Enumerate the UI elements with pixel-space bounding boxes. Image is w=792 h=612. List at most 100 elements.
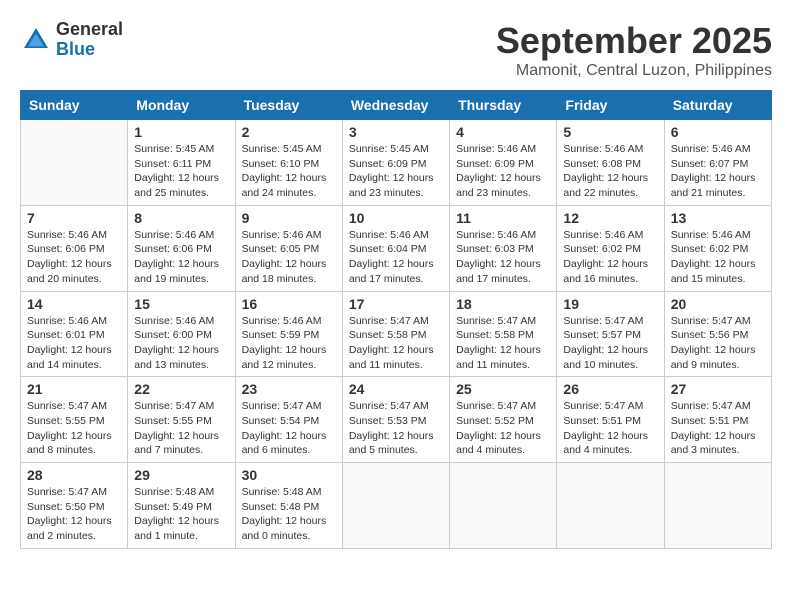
- day-info: Sunrise: 5:46 AM Sunset: 6:03 PM Dayligh…: [456, 228, 550, 287]
- day-info: Sunrise: 5:48 AM Sunset: 5:48 PM Dayligh…: [242, 485, 336, 544]
- calendar-cell: 20 Sunrise: 5:47 AM Sunset: 5:56 PM Dayli…: [664, 291, 771, 377]
- day-number: 17: [349, 296, 443, 312]
- day-info: Sunrise: 5:46 AM Sunset: 6:08 PM Dayligh…: [563, 142, 657, 201]
- calendar-cell: 23 Sunrise: 5:47 AM Sunset: 5:54 PM Dayli…: [235, 377, 342, 463]
- day-info: Sunrise: 5:47 AM Sunset: 5:50 PM Dayligh…: [27, 485, 121, 544]
- header: General Blue September 2025 Mamonit, Cen…: [20, 20, 772, 80]
- day-number: 19: [563, 296, 657, 312]
- calendar-cell: 30Sunrise: 5:48 AM Sunset: 5:48 PM Dayli…: [235, 463, 342, 549]
- calendar-week-row: 14 Sunrise: 5:46 AM Sunset: 6:01 PM Dayli…: [21, 291, 772, 377]
- day-number: 18: [456, 296, 550, 312]
- day-info: Sunrise: 5:45 AM Sunset: 6:10 PM Dayligh…: [242, 142, 336, 201]
- calendar-cell: [450, 463, 557, 549]
- day-info: Sunrise: 5:46 AM Sunset: 6:06 PM Dayligh…: [134, 228, 228, 287]
- day-number: 5: [563, 124, 657, 140]
- calendar-week-row: 1 Sunrise: 5:45 AM Sunset: 6:11 PM Daylig…: [21, 120, 772, 206]
- day-info: Sunrise: 5:45 AM Sunset: 6:11 PM Dayligh…: [134, 142, 228, 201]
- calendar-cell: 24Sunrise: 5:47 AM Sunset: 5:53 PM Dayli…: [342, 377, 449, 463]
- calendar-cell: 1 Sunrise: 5:45 AM Sunset: 6:11 PM Daylig…: [128, 120, 235, 206]
- calendar-cell: 12 Sunrise: 5:46 AM Sunset: 6:02 PM Dayli…: [557, 205, 664, 291]
- day-info: Sunrise: 5:45 AM Sunset: 6:09 PM Dayligh…: [349, 142, 443, 201]
- day-number: 11: [456, 210, 550, 226]
- logo-icon: [20, 24, 52, 56]
- day-info: Sunrise: 5:46 AM Sunset: 6:05 PM Dayligh…: [242, 228, 336, 287]
- day-info: Sunrise: 5:47 AM Sunset: 5:57 PM Dayligh…: [563, 314, 657, 373]
- calendar-cell: [21, 120, 128, 206]
- day-info: Sunrise: 5:46 AM Sunset: 6:01 PM Dayligh…: [27, 314, 121, 373]
- calendar-cell: 27Sunrise: 5:47 AM Sunset: 5:51 PM Dayli…: [664, 377, 771, 463]
- logo: General Blue: [20, 20, 123, 60]
- day-number: 6: [671, 124, 765, 140]
- day-number: 4: [456, 124, 550, 140]
- day-number: 24: [349, 381, 443, 397]
- day-number: 7: [27, 210, 121, 226]
- day-number: 20: [671, 296, 765, 312]
- day-info: Sunrise: 5:47 AM Sunset: 5:56 PM Dayligh…: [671, 314, 765, 373]
- calendar-cell: 10 Sunrise: 5:46 AM Sunset: 6:04 PM Dayli…: [342, 205, 449, 291]
- weekday-header-thursday: Thursday: [450, 91, 557, 120]
- day-number: 10: [349, 210, 443, 226]
- day-number: 26: [563, 381, 657, 397]
- calendar-cell: [557, 463, 664, 549]
- day-number: 1: [134, 124, 228, 140]
- day-info: Sunrise: 5:47 AM Sunset: 5:55 PM Dayligh…: [134, 399, 228, 458]
- day-info: Sunrise: 5:47 AM Sunset: 5:58 PM Dayligh…: [349, 314, 443, 373]
- day-number: 9: [242, 210, 336, 226]
- calendar-cell: 8 Sunrise: 5:46 AM Sunset: 6:06 PM Daylig…: [128, 205, 235, 291]
- day-number: 16: [242, 296, 336, 312]
- day-number: 29: [134, 467, 228, 483]
- calendar-cell: 28Sunrise: 5:47 AM Sunset: 5:50 PM Dayli…: [21, 463, 128, 549]
- day-number: 8: [134, 210, 228, 226]
- calendar-cell: 11 Sunrise: 5:46 AM Sunset: 6:03 PM Dayli…: [450, 205, 557, 291]
- calendar-cell: 5 Sunrise: 5:46 AM Sunset: 6:08 PM Daylig…: [557, 120, 664, 206]
- day-info: Sunrise: 5:47 AM Sunset: 5:58 PM Dayligh…: [456, 314, 550, 373]
- page-subtitle: Mamonit, Central Luzon, Philippines: [496, 62, 772, 80]
- calendar-cell: 16 Sunrise: 5:46 AM Sunset: 5:59 PM Dayli…: [235, 291, 342, 377]
- calendar-cell: 25 Sunrise: 5:47 AM Sunset: 5:52 PM Dayli…: [450, 377, 557, 463]
- calendar-header-row: SundayMondayTuesdayWednesdayThursdayFrid…: [21, 91, 772, 120]
- day-info: Sunrise: 5:47 AM Sunset: 5:54 PM Dayligh…: [242, 399, 336, 458]
- calendar-cell: 29 Sunrise: 5:48 AM Sunset: 5:49 PM Dayli…: [128, 463, 235, 549]
- calendar-cell: 17 Sunrise: 5:47 AM Sunset: 5:58 PM Dayli…: [342, 291, 449, 377]
- title-section: September 2025 Mamonit, Central Luzon, P…: [496, 20, 772, 80]
- logo-text: General Blue: [56, 20, 123, 60]
- day-number: 3: [349, 124, 443, 140]
- weekday-header-wednesday: Wednesday: [342, 91, 449, 120]
- day-info: Sunrise: 5:46 AM Sunset: 6:02 PM Dayligh…: [671, 228, 765, 287]
- calendar-cell: 18 Sunrise: 5:47 AM Sunset: 5:58 PM Dayli…: [450, 291, 557, 377]
- page-title: September 2025: [496, 20, 772, 62]
- weekday-header-saturday: Saturday: [664, 91, 771, 120]
- day-info: Sunrise: 5:46 AM Sunset: 6:06 PM Dayligh…: [27, 228, 121, 287]
- logo-blue-text: Blue: [56, 40, 123, 60]
- day-info: Sunrise: 5:46 AM Sunset: 6:02 PM Dayligh…: [563, 228, 657, 287]
- calendar-cell: 19 Sunrise: 5:47 AM Sunset: 5:57 PM Dayli…: [557, 291, 664, 377]
- calendar-cell: 26 Sunrise: 5:47 AM Sunset: 5:51 PM Dayli…: [557, 377, 664, 463]
- calendar-cell: 6 Sunrise: 5:46 AM Sunset: 6:07 PM Daylig…: [664, 120, 771, 206]
- day-info: Sunrise: 5:46 AM Sunset: 6:04 PM Dayligh…: [349, 228, 443, 287]
- day-number: 2: [242, 124, 336, 140]
- day-info: Sunrise: 5:46 AM Sunset: 6:07 PM Dayligh…: [671, 142, 765, 201]
- day-number: 21: [27, 381, 121, 397]
- day-number: 25: [456, 381, 550, 397]
- day-number: 22: [134, 381, 228, 397]
- calendar-cell: 4Sunrise: 5:46 AM Sunset: 6:09 PM Daylig…: [450, 120, 557, 206]
- day-number: 14: [27, 296, 121, 312]
- day-info: Sunrise: 5:47 AM Sunset: 5:51 PM Dayligh…: [563, 399, 657, 458]
- day-number: 27: [671, 381, 765, 397]
- day-number: 23: [242, 381, 336, 397]
- weekday-header-sunday: Sunday: [21, 91, 128, 120]
- day-info: Sunrise: 5:47 AM Sunset: 5:55 PM Dayligh…: [27, 399, 121, 458]
- day-info: Sunrise: 5:47 AM Sunset: 5:52 PM Dayligh…: [456, 399, 550, 458]
- day-info: Sunrise: 5:48 AM Sunset: 5:49 PM Dayligh…: [134, 485, 228, 544]
- calendar-cell: 14 Sunrise: 5:46 AM Sunset: 6:01 PM Dayli…: [21, 291, 128, 377]
- weekday-header-friday: Friday: [557, 91, 664, 120]
- calendar: SundayMondayTuesdayWednesdayThursdayFrid…: [20, 90, 772, 549]
- day-number: 15: [134, 296, 228, 312]
- day-number: 12: [563, 210, 657, 226]
- day-info: Sunrise: 5:46 AM Sunset: 5:59 PM Dayligh…: [242, 314, 336, 373]
- calendar-week-row: 21 Sunrise: 5:47 AM Sunset: 5:55 PM Dayli…: [21, 377, 772, 463]
- weekday-header-tuesday: Tuesday: [235, 91, 342, 120]
- calendar-cell: 15Sunrise: 5:46 AM Sunset: 6:00 PM Dayli…: [128, 291, 235, 377]
- calendar-week-row: 28Sunrise: 5:47 AM Sunset: 5:50 PM Dayli…: [21, 463, 772, 549]
- calendar-cell: 2 Sunrise: 5:45 AM Sunset: 6:10 PM Daylig…: [235, 120, 342, 206]
